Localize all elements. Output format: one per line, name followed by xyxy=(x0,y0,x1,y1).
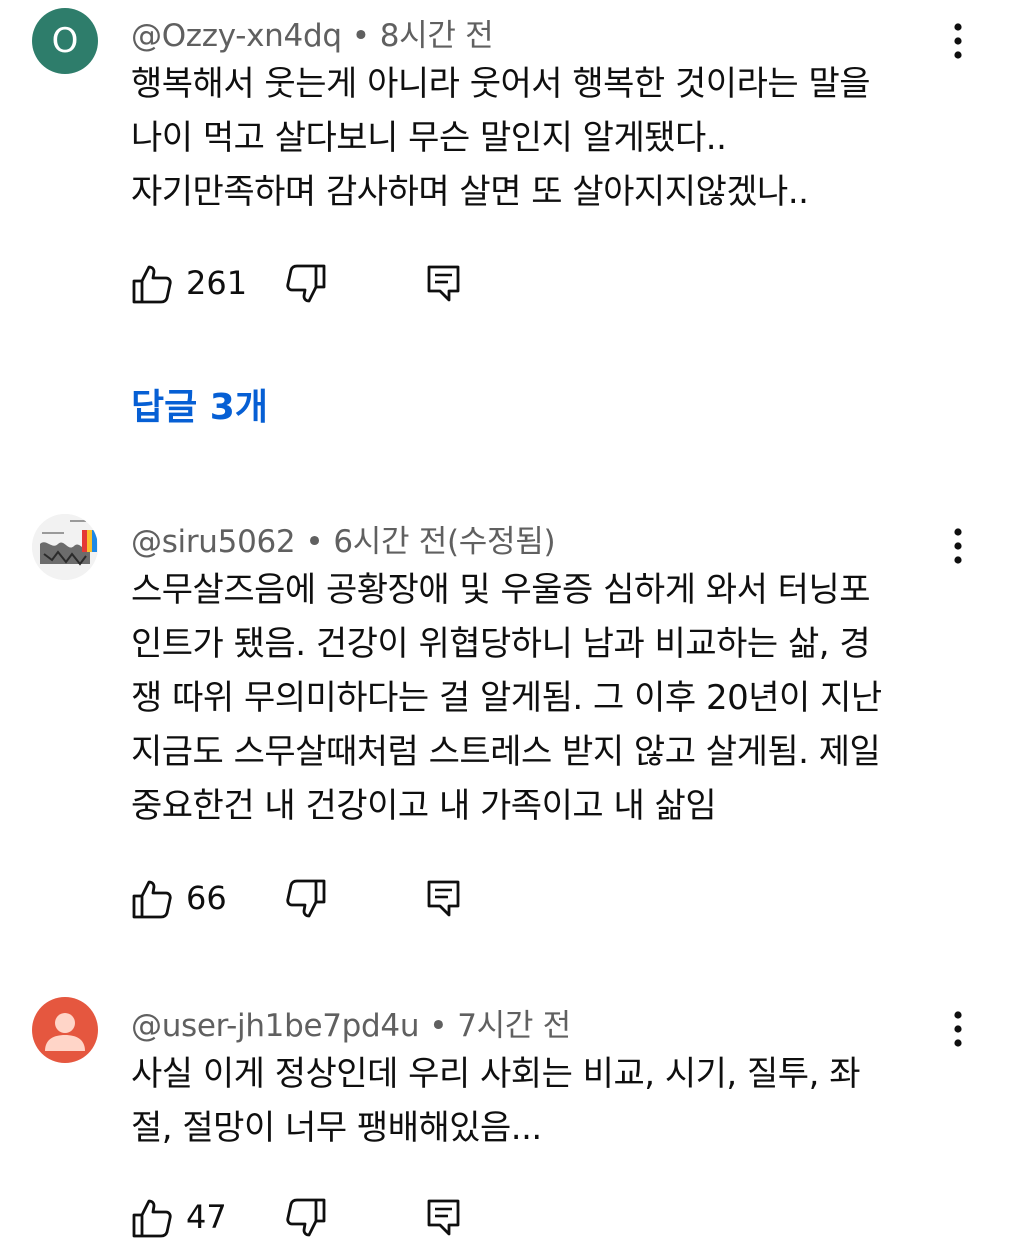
comment-actions: 47 xyxy=(131,1196,531,1246)
thumb-down-icon xyxy=(286,1198,326,1237)
like-count: 47 xyxy=(186,1198,227,1236)
comment-meta: @user-jh1be7pd4u • 7시간 전 xyxy=(131,1000,571,1045)
comment-line: 절, 절망이 너무 팽배해있음... xyxy=(131,1108,542,1148)
separator-dot: • xyxy=(305,524,324,560)
thumb-up-icon xyxy=(132,265,172,304)
thumb-up-icon xyxy=(132,880,172,919)
reply-icon xyxy=(427,265,460,302)
view-replies-button[interactable]: 답글 3개 xyxy=(131,378,268,430)
separator-dot: • xyxy=(351,18,370,54)
comment-line: 자기만족하며 감사하며 살면 또 살아지지않겠나.. xyxy=(131,172,809,212)
timestamp: 6시간 전(수정됨) xyxy=(333,524,556,560)
avatar[interactable] xyxy=(32,514,98,580)
comment-meta: @Ozzy-xn4dq • 8시간 전 xyxy=(131,10,494,55)
reply-button[interactable] xyxy=(424,877,468,921)
reply-icon xyxy=(427,880,460,917)
comment-text: 사실 이게 정상인데 우리 사회는 비교, 시기, 질투, 좌 절, 절망이 너… xyxy=(131,1047,951,1155)
like-button[interactable] xyxy=(131,877,175,921)
comment-text: 행복해서 웃는게 아니라 웃어서 행복한 것이라는 말을 나이 먹고 살다보니 … xyxy=(131,57,951,219)
like-count: 261 xyxy=(186,264,248,302)
reply-icon xyxy=(427,1199,460,1236)
avatar-image xyxy=(32,514,98,580)
comment-line: 나이 먹고 살다보니 무슨 말인지 알게됐다.. xyxy=(131,118,727,158)
timestamp: 8시간 전 xyxy=(379,18,494,54)
thumb-down-icon xyxy=(286,879,326,918)
comment-actions: 261 xyxy=(131,262,531,312)
comment-line: 지금도 스무살때처럼 스트레스 받지 않고 살게됨. 제일 xyxy=(131,732,881,772)
dislike-button[interactable] xyxy=(285,1196,329,1240)
reply-button[interactable] xyxy=(424,1196,468,1240)
comment-line: 행복해서 웃는게 아니라 웃어서 행복한 것이라는 말을 xyxy=(131,64,871,104)
comment-line: 스무살즈음에 공황장애 및 우울증 심하게 와서 터닝포 xyxy=(131,570,871,610)
like-button[interactable] xyxy=(131,1196,175,1240)
separator-dot: • xyxy=(429,1008,448,1044)
comment-actions: 66 xyxy=(131,877,531,927)
author-name[interactable]: @siru5062 xyxy=(131,524,296,560)
thumb-up-icon xyxy=(132,1199,172,1238)
thumb-down-icon xyxy=(286,264,326,303)
comment-meta: @siru5062 • 6시간 전(수정됨) xyxy=(131,516,556,561)
like-button[interactable] xyxy=(131,262,175,306)
like-count: 66 xyxy=(186,879,227,917)
author-name[interactable]: @Ozzy-xn4dq xyxy=(131,18,342,54)
author-name[interactable]: @user-jh1be7pd4u xyxy=(131,1008,420,1044)
avatar[interactable] xyxy=(32,997,98,1063)
timestamp: 7시간 전 xyxy=(457,1008,571,1044)
dislike-button[interactable] xyxy=(285,877,329,921)
comment-text: 스무살즈음에 공황장애 및 우울증 심하게 와서 터닝포 인트가 됐음. 건강이… xyxy=(131,563,951,833)
comment-line: 중요한건 내 건강이고 내 가족이고 내 삶임 xyxy=(131,786,717,826)
dislike-button[interactable] xyxy=(285,262,329,306)
default-user-icon xyxy=(45,1013,85,1051)
comment-line: 사실 이게 정상인데 우리 사회는 비교, 시기, 질투, 좌 xyxy=(131,1054,860,1094)
comment-line: 인트가 됐음. 건강이 위협당하니 남과 비교하는 삶, 경 xyxy=(131,624,871,664)
reply-button[interactable] xyxy=(424,262,468,306)
avatar[interactable]: O xyxy=(32,8,98,74)
comment-line: 쟁 따위 무의미하다는 걸 알게됨. 그 이후 20년이 지난 xyxy=(131,678,882,718)
